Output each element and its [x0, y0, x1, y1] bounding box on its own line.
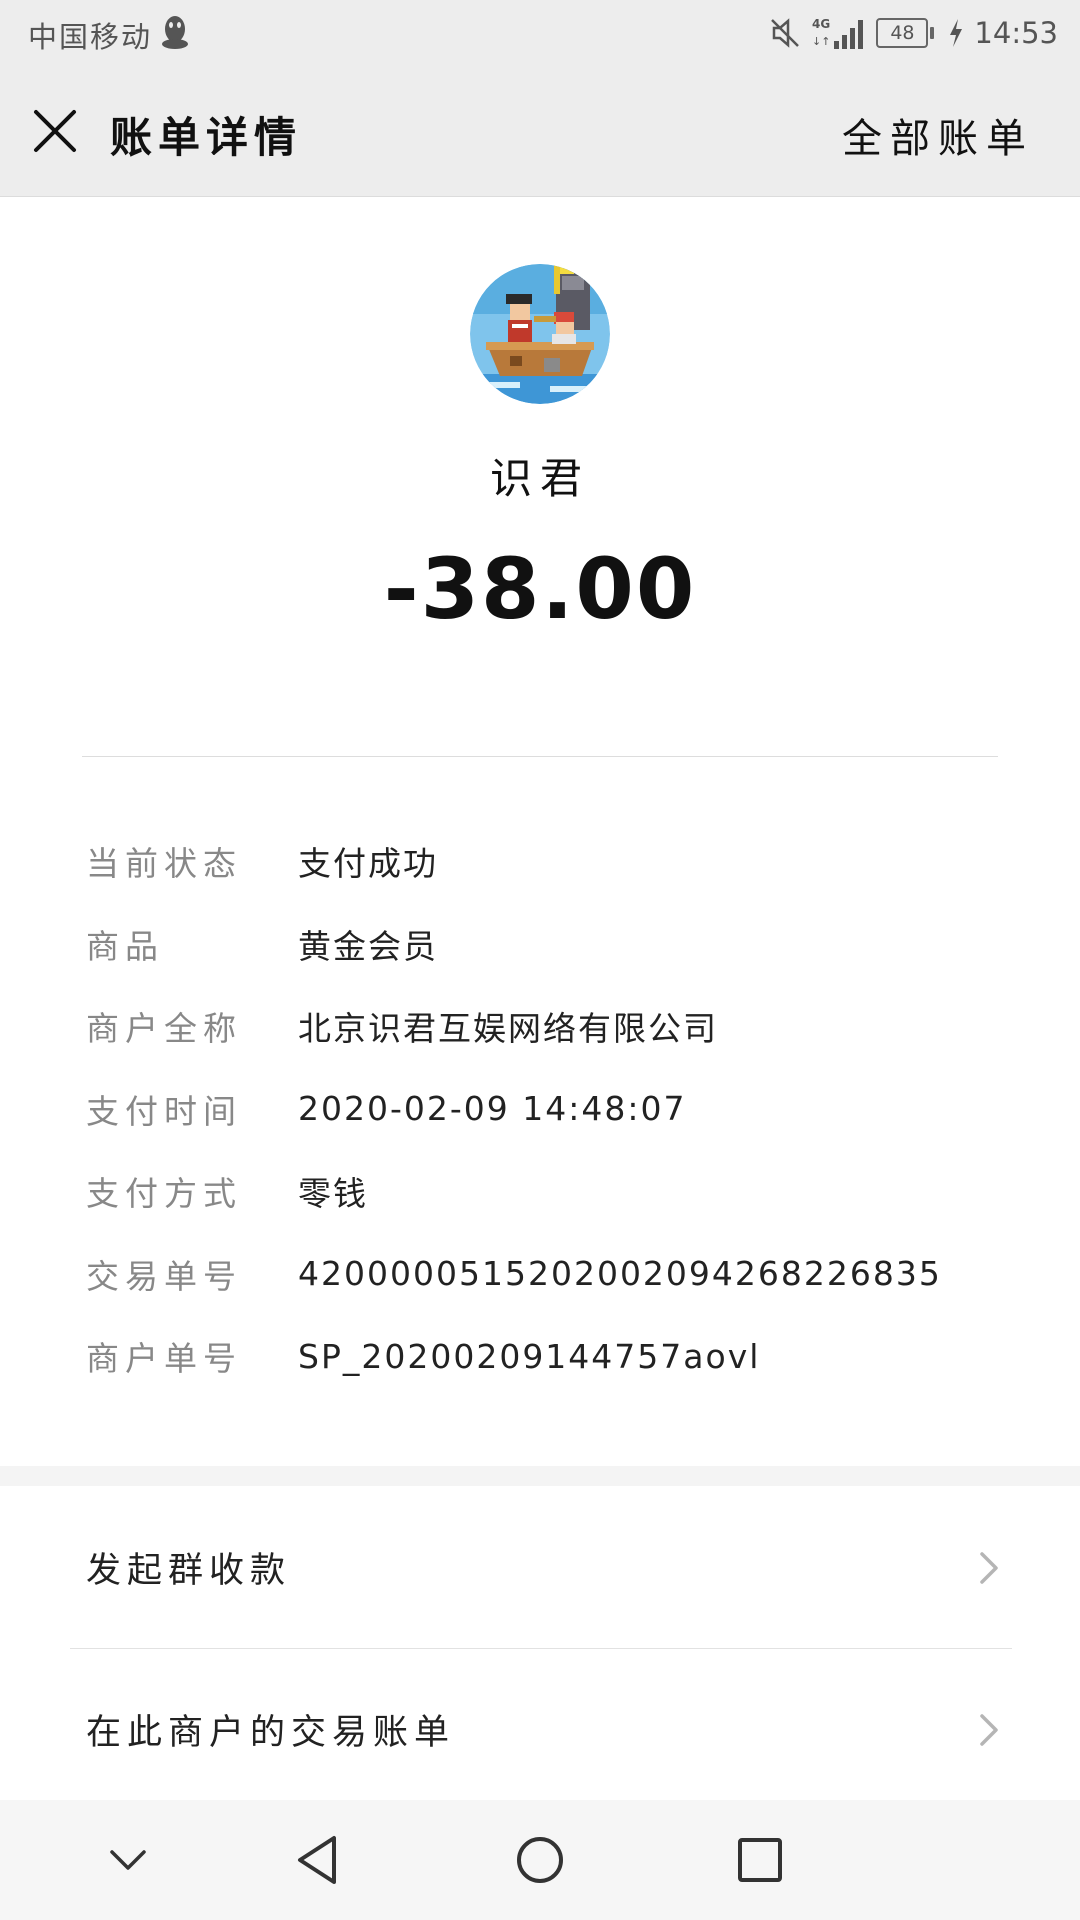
detail-row-transaction-id: 交易单号 4200000515202002094268226835	[86, 1233, 1006, 1316]
merchant-avatar	[470, 264, 610, 404]
qq-penguin-icon	[162, 16, 188, 49]
transaction-amount: -38.00	[383, 540, 697, 638]
triangle-back-icon[interactable]	[290, 1830, 350, 1890]
detail-label: 商户全称	[86, 1009, 242, 1049]
carrier-label: 中国移动	[28, 20, 153, 54]
detail-value: 黄金会员	[298, 926, 438, 966]
detail-row-payment-time: 支付时间 2020-02-09 14:48:07	[86, 1068, 1006, 1151]
network-label: 4G	[812, 17, 830, 31]
battery-tip	[930, 27, 935, 39]
detail-label: 交易单号	[86, 1256, 242, 1296]
status-bar: 中国移动 4G ↓↑ 48 14:53	[0, 0, 1080, 66]
action-label: 发起群收款	[86, 1551, 292, 1591]
chevron-down-icon[interactable]	[98, 1830, 158, 1890]
mute-icon	[771, 18, 800, 48]
detail-value: 4200000515202002094268226835	[298, 1254, 942, 1294]
title-bar: 账单详情 全部账单	[0, 66, 1080, 197]
detail-value: 支付成功	[298, 844, 438, 884]
action-label: 在此商户的交易账单	[86, 1713, 456, 1753]
detail-label: 支付方式	[86, 1174, 242, 1214]
merchant-name: 识君	[489, 454, 590, 503]
detail-value: 零钱	[298, 1174, 368, 1214]
detail-value: 2020-02-09 14:48:07	[298, 1089, 687, 1129]
close-icon[interactable]	[30, 106, 80, 156]
detail-label: 当前状态	[86, 844, 242, 884]
detail-value: 北京识君互娱网络有限公司	[298, 1009, 718, 1049]
detail-value: SP_20200209144757aovl	[298, 1336, 761, 1376]
section-gap	[0, 1466, 1080, 1486]
clock: 14:53	[974, 16, 1058, 50]
transaction-details: 当前状态 支付成功 商品 黄金会员 商户全称 北京识君互娱网络有限公司 支付时间…	[86, 820, 1006, 1398]
detail-label: 商户单号	[86, 1339, 242, 1379]
merchant-bills-button[interactable]: 在此商户的交易账单	[0, 1650, 1080, 1810]
detail-row-status: 当前状态 支付成功	[86, 820, 1006, 903]
bill-detail-page: 中国移动 4G ↓↑ 48 14:53 账单详情 全部账单 识君 -38.00 …	[0, 0, 1080, 1920]
square-recent-icon[interactable]	[730, 1830, 790, 1890]
divider	[82, 756, 998, 757]
svg-text:↓↑: ↓↑	[812, 35, 830, 48]
group-collect-button[interactable]: 发起群收款	[0, 1488, 1080, 1648]
chevron-right-icon	[980, 1714, 998, 1746]
battery-indicator: 48	[876, 18, 935, 48]
battery-level: 48	[876, 18, 929, 48]
detail-label: 商品	[86, 926, 164, 966]
system-nav-bar	[0, 1800, 1080, 1920]
chevron-right-icon	[980, 1552, 998, 1584]
detail-row-merchant-order-id: 商户单号 SP_20200209144757aovl	[86, 1315, 1006, 1398]
charging-bolt-icon	[950, 19, 963, 47]
divider	[70, 1648, 1012, 1649]
detail-row-merchant-full-name: 商户全称 北京识君互娱网络有限公司	[86, 985, 1006, 1068]
signal-4g-icon: 4G ↓↑	[812, 17, 864, 49]
detail-row-product: 商品 黄金会员	[86, 903, 1006, 986]
detail-label: 支付时间	[86, 1091, 242, 1131]
page-title: 账单详情	[110, 113, 303, 162]
circle-home-icon[interactable]	[510, 1830, 570, 1890]
status-icons: 4G ↓↑ 48 14:53	[768, 12, 1058, 54]
detail-row-payment-method: 支付方式 零钱	[86, 1150, 1006, 1233]
all-bills-link[interactable]: 全部账单	[842, 106, 1034, 164]
